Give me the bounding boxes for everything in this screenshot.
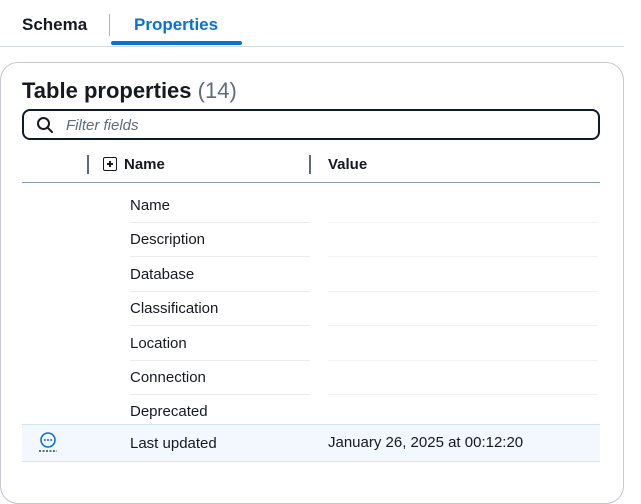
search-icon [37, 117, 53, 133]
tab-divider [109, 14, 110, 36]
row-name: Description [130, 231, 206, 248]
panel-title: Table properties (14) [22, 78, 237, 104]
row-name: Name [130, 197, 171, 214]
row-name: Classification [130, 300, 219, 317]
table-row[interactable]: Location [22, 327, 600, 361]
panel-title-count: (14) [197, 78, 237, 103]
filter-input[interactable] [64, 114, 588, 137]
column-header-name[interactable]: Name [124, 156, 165, 173]
active-tab-indicator [111, 41, 242, 45]
table-row[interactable]: Database [22, 258, 600, 292]
row-name: Database [130, 266, 195, 283]
panel-title-text: Table properties [22, 78, 192, 103]
table-row[interactable]: Classification [22, 292, 600, 326]
column-divider [309, 155, 311, 174]
row-name: Deprecated [130, 403, 208, 420]
table-header: Name Value [22, 148, 600, 183]
row-divider [328, 325, 598, 326]
filter-field[interactable] [22, 109, 600, 140]
tab-schema[interactable]: Schema [22, 15, 87, 35]
row-value: January 26, 2025 at 00:12:20 [328, 434, 524, 451]
table-row[interactable]: Connection [22, 361, 600, 395]
table-row[interactable]: Name [22, 189, 600, 223]
ellipsis-circle-icon[interactable] [38, 431, 58, 453]
row-divider [130, 256, 310, 257]
table-row[interactable]: Description [22, 223, 600, 257]
tab-bar: Schema Properties [0, 0, 624, 47]
row-divider [328, 256, 598, 257]
expand-plus-icon[interactable] [103, 157, 117, 171]
row-divider [130, 325, 310, 326]
column-divider [87, 155, 89, 174]
row-name: Connection [130, 369, 206, 386]
row-name: Location [130, 335, 187, 352]
row-name: Last updated [130, 435, 217, 452]
table-row-selected[interactable]: Last updated January 26, 2025 at 00:12:2… [22, 424, 600, 462]
column-header-value[interactable]: Value [328, 156, 367, 173]
tab-properties[interactable]: Properties [134, 15, 218, 35]
